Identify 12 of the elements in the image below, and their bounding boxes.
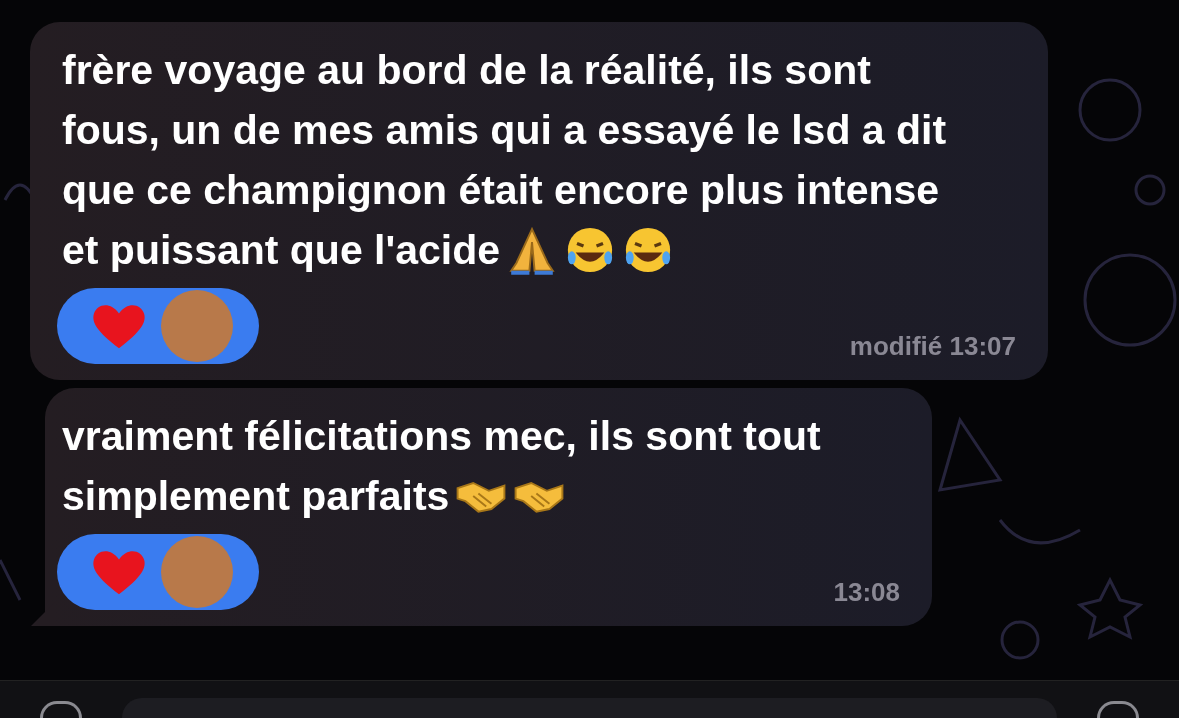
message-text: vraiment félicitations mec, ils sont tout — [62, 412, 821, 461]
avatar — [161, 536, 233, 608]
message-text: et puissant que l'acide — [62, 226, 501, 275]
message-time: modifié 13:07 — [849, 331, 1016, 363]
message-text: fous, un de mes amis qui a essayé le lsd a dit — [62, 106, 947, 155]
message-text: simplement parfaits — [62, 472, 450, 521]
message-text: que ce champignon était encore plus intense — [62, 166, 940, 215]
attach-icon[interactable] — [40, 701, 82, 718]
message-text: frère voyage au bord de la réalité, ils sont — [62, 46, 871, 95]
message-time: 13:08 — [833, 577, 900, 609]
microphone-icon[interactable] — [1097, 701, 1139, 718]
avatar — [161, 290, 233, 362]
